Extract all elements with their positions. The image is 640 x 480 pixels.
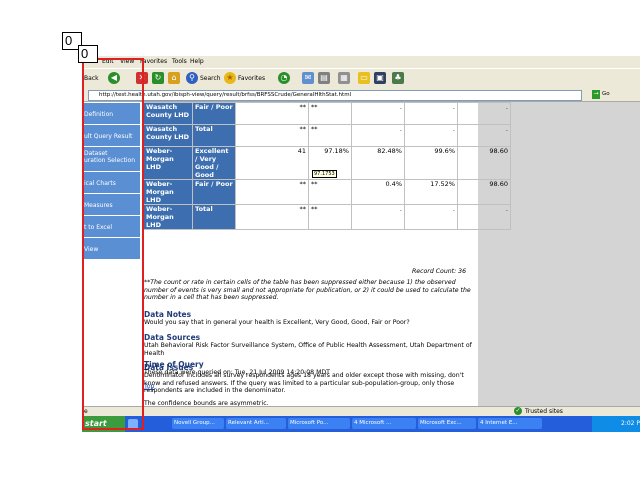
task-excel[interactable]: Microsoft Exc... [418, 418, 476, 429]
suppression-footnote: **The count or rate in certain cells of … [144, 279, 471, 301]
table-row: Wasatch County LHD Fair / Poor ** ** . .… [143, 102, 511, 125]
data-sources-text: Utah Behavioral Risk Factor Surveillance… [144, 342, 472, 357]
favorites-star-icon: ★ [224, 72, 236, 84]
data-sources-heading: Data Sources [144, 333, 201, 342]
home-icon[interactable]: ⌂ [168, 72, 180, 84]
table-row: Weber-Morgan LHD Total ** ** . . . [143, 204, 511, 230]
task-powerpoint[interactable]: Microsoft Po... [288, 418, 350, 429]
results-table: Wasatch County LHD Fair / Poor ** ** . .… [143, 102, 511, 230]
toolbar: Back ◀ ✕ ↻ ⌂ ⚲ Search ★ Favorites ◔ ✉ ▤ … [82, 68, 640, 90]
menu-bar: Edit View Favorites Tools Help [82, 56, 640, 67]
go-arrow-icon[interactable]: → [592, 90, 600, 99]
go-button[interactable]: Go [602, 91, 610, 97]
favorites-button[interactable]: Favorites [238, 72, 265, 85]
print-icon[interactable]: ▤ [318, 72, 330, 84]
data-notes-text: Would you say that in general your healt… [144, 319, 410, 326]
search-button[interactable]: Search [200, 72, 221, 85]
menu-favorites[interactable]: Favorites [140, 58, 167, 65]
task-microsoft-group[interactable]: 4 Microsoft ... [352, 418, 416, 429]
history-icon[interactable]: ◔ [278, 72, 290, 84]
overlay-badge-2: 0 [78, 45, 98, 63]
clock: 2:02 P [621, 420, 640, 427]
discuss-icon[interactable]: ▣ [374, 72, 386, 84]
edit-icon[interactable]: ▦ [338, 72, 350, 84]
address-bar: http://test.health.utah.gov/ibisph-view/… [82, 89, 640, 102]
task-internet-explorer[interactable]: 4 Internet E... [478, 418, 542, 429]
task-novell[interactable]: Novell Group... [172, 418, 224, 429]
top-link[interactable]: Top [144, 383, 154, 390]
check-icon: ✓ [514, 407, 522, 415]
zone-label: Trusted sites [525, 408, 563, 415]
address-input[interactable]: http://test.health.utah.gov/ibisph-view/… [88, 90, 582, 101]
menu-tools[interactable]: Tools [172, 58, 187, 65]
taskbar: start Novell Group... Relevant Arti... M… [82, 416, 640, 432]
table-row: Wasatch County LHD Total ** ** . . . [143, 124, 511, 147]
search-icon: ⚲ [186, 72, 198, 84]
refresh-icon[interactable]: ↻ [152, 72, 164, 84]
system-tray: 2:02 P [592, 416, 640, 432]
table-row: Weber-Morgan LHD Fair / Poor ** ** 0.4% … [143, 179, 511, 205]
task-relevant-articles[interactable]: Relevant Arti... [226, 418, 286, 429]
time-of-query-text: These data were queried on: Tue, 21 Jul … [144, 369, 330, 376]
time-of-query-heading: Time of Query [144, 360, 204, 369]
messenger-icon[interactable]: ♣ [392, 72, 404, 84]
data-notes-heading: Data Notes [144, 310, 192, 319]
record-count: Record Count: 36 [412, 268, 467, 275]
mail-icon[interactable]: ✉ [302, 72, 314, 84]
highlight-box [82, 58, 144, 430]
menu-help[interactable]: Help [190, 58, 204, 65]
folder-icon[interactable]: ▭ [358, 72, 370, 84]
tooltip: 97.1753 [312, 170, 337, 178]
